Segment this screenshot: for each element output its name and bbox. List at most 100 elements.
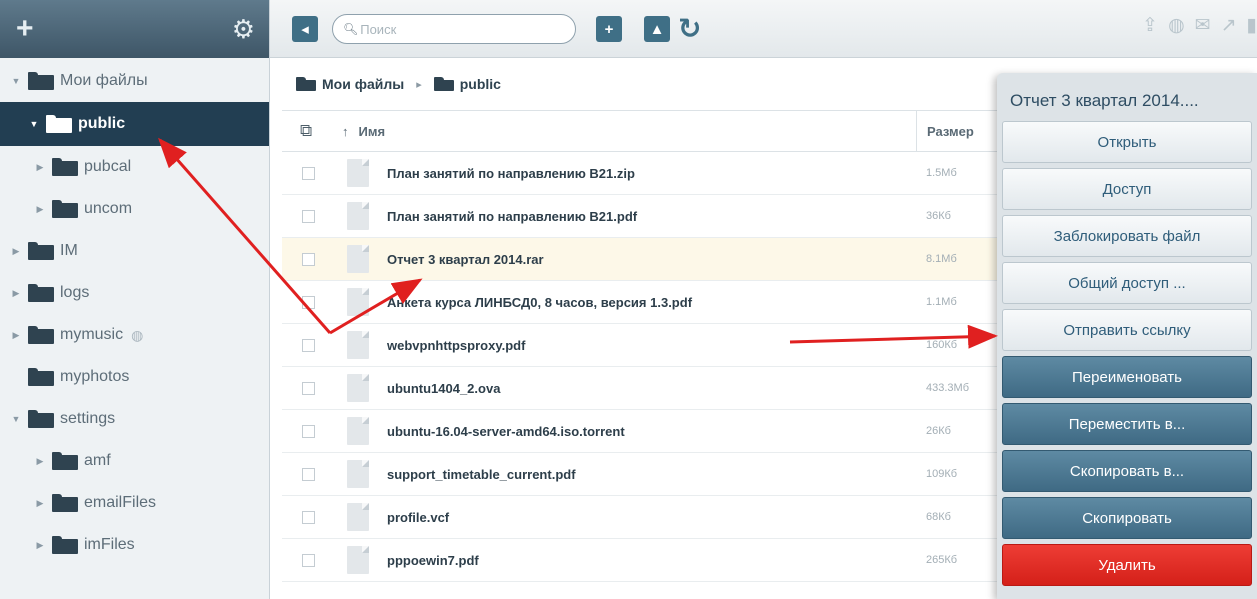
sidebar-item-settings[interactable]: ▼ settings (0, 398, 269, 440)
row-checkbox[interactable] (302, 166, 315, 180)
table-row[interactable]: webvpnhttpsproxy.pdf 160Кб (282, 324, 998, 367)
context-menu-item[interactable]: Отправить ссылку (1002, 309, 1252, 351)
context-menu-items: Открыть Доступ Заблокировать файл Общий дос… (1002, 121, 1253, 586)
context-menu-item[interactable]: Переименовать (1002, 356, 1252, 398)
file-name[interactable]: ubuntu-16.04-server-amd64.iso.torrent (387, 424, 916, 439)
file-list-area: Мои файлы ▸ public ⧉ ↑ Имя Размер План за… (282, 58, 998, 599)
column-name-label: Имя (358, 123, 386, 139)
sidebar-item-label: emailFiles (84, 494, 157, 511)
table-row[interactable]: pppoewin7.pdf 265Кб (282, 539, 998, 582)
file-size: 26Кб (926, 425, 951, 437)
context-menu-item[interactable]: Скопировать (1002, 497, 1252, 539)
collapse-sidebar-button[interactable]: ◂ (292, 16, 318, 42)
new-folder-button[interactable]: + (596, 16, 622, 42)
context-menu-item[interactable]: Общий доступ ... (1002, 262, 1252, 304)
globe-icon[interactable]: ◍ (1168, 14, 1185, 37)
collapse-arrow-icon[interactable]: ▶ (34, 498, 46, 509)
file-name[interactable]: Отчет 3 квартал 2014.rar (387, 252, 916, 267)
sidebar-item-myphotos[interactable]: myphotos (0, 356, 269, 398)
folder-tree: ▼ Мои файлы ▼ public ▶ pubcal ▶ uncom ▶ … (0, 58, 269, 566)
folder-up-icon: ▲ (649, 20, 665, 38)
context-menu-item[interactable]: Открыть (1002, 121, 1252, 163)
gear-icon[interactable]: ⚙ (232, 16, 255, 42)
column-size[interactable]: Размер (916, 111, 998, 151)
expand-arrow-icon[interactable]: ▼ (10, 414, 22, 424)
table-row[interactable]: profile.vcf 68Кб (282, 496, 998, 539)
breadcrumb-separator-icon: ▸ (416, 78, 422, 91)
collapse-arrow-icon[interactable]: ▶ (10, 246, 22, 257)
collapse-arrow-icon[interactable]: ▶ (34, 162, 46, 173)
row-checkbox[interactable] (302, 424, 315, 438)
globe-shared-icon: ◍ (131, 326, 144, 343)
sidebar-item-logs[interactable]: ▶ logs (0, 272, 269, 314)
link-off-icon[interactable]: ✉ (1195, 14, 1211, 37)
row-checkbox[interactable] (302, 553, 315, 567)
table-row[interactable]: Анкета курса ЛИНБСД0, 8 часов, версия 1.… (282, 281, 998, 324)
table-row[interactable]: План занятий по направлению B21.pdf 36Кб (282, 195, 998, 238)
sidebar-item-emailfiles[interactable]: ▶ emailFiles (0, 482, 269, 524)
file-name[interactable]: support_timetable_current.pdf (387, 467, 916, 482)
collapse-arrow-icon[interactable]: ▶ (34, 540, 46, 551)
collapse-arrow-icon[interactable]: ▶ (34, 456, 46, 467)
expand-arrow-icon[interactable]: ▼ (10, 76, 22, 86)
context-menu-item[interactable]: Доступ (1002, 168, 1252, 210)
folder-icon (52, 494, 78, 512)
sort-arrow-icon: ↑ (342, 123, 349, 139)
file-name[interactable]: profile.vcf (387, 510, 916, 525)
collapse-arrow-icon[interactable]: ▶ (34, 204, 46, 215)
plus-icon[interactable]: + (16, 14, 34, 44)
sidebar-item-mymusic[interactable]: ▶ mymusic ◍ (0, 314, 269, 356)
context-menu-item[interactable]: Удалить (1002, 544, 1252, 586)
refresh-icon[interactable]: ↻ (678, 12, 701, 45)
file-size: 160Кб (926, 339, 958, 351)
search-box[interactable]: 🔍︎ (332, 14, 576, 44)
folder-icon (52, 536, 78, 554)
context-menu-item[interactable]: Заблокировать файл (1002, 215, 1252, 257)
table-row[interactable]: support_timetable_current.pdf 109Кб (282, 453, 998, 496)
table-row[interactable]: ubuntu-16.04-server-amd64.iso.torrent 26К… (282, 410, 998, 453)
context-menu-item[interactable]: Переместить в... (1002, 403, 1252, 445)
sidebar-item-my-files[interactable]: ▼ Мои файлы (0, 60, 269, 102)
folder-icon (28, 72, 54, 90)
table-row[interactable]: ubuntu1404_2.ova 433.3Мб (282, 367, 998, 410)
folder-icon (46, 115, 72, 133)
breadcrumb-current[interactable]: public (460, 76, 501, 92)
table-row[interactable]: Отчет 3 квартал 2014.rar 8.1Мб (282, 238, 998, 281)
sidebar-item-public[interactable]: ▼ public (0, 102, 269, 146)
upload-button[interactable]: ▲ (644, 16, 670, 42)
trash-icon[interactable]: ▮ (1247, 14, 1257, 37)
row-checkbox[interactable] (302, 295, 315, 309)
collapse-arrow-icon[interactable]: ▶ (10, 288, 22, 299)
breadcrumb-root[interactable]: Мои файлы (322, 76, 404, 92)
collapse-arrow-icon[interactable]: ▶ (10, 330, 22, 341)
sidebar-item-amf[interactable]: ▶ amf (0, 440, 269, 482)
select-all-icon[interactable]: ⧉ (282, 121, 342, 141)
row-checkbox[interactable] (302, 338, 315, 352)
file-name[interactable]: Анкета курса ЛИНБСД0, 8 часов, версия 1.… (387, 295, 916, 310)
column-name[interactable]: ↑ Имя (342, 124, 916, 139)
sidebar-item-imfiles[interactable]: ▶ imFiles (0, 524, 269, 566)
folder-icon (433, 77, 454, 91)
breadcrumb: Мои файлы ▸ public (282, 58, 998, 110)
file-name[interactable]: План занятий по направлению B21.pdf (387, 209, 916, 224)
row-checkbox[interactable] (302, 467, 315, 481)
upload-icon[interactable]: ⇪ (1142, 14, 1158, 37)
file-name[interactable]: ubuntu1404_2.ova (387, 381, 916, 396)
row-checkbox[interactable] (302, 252, 315, 266)
expand-arrow-icon[interactable]: ▼ (28, 119, 40, 129)
file-name[interactable]: План занятий по направлению B21.zip (387, 166, 916, 181)
sidebar-item-pubcal[interactable]: ▶ pubcal (0, 146, 269, 188)
row-checkbox[interactable] (302, 209, 315, 223)
context-menu-item[interactable]: Скопировать в... (1002, 450, 1252, 492)
main-toolbar: ◂ 🔍︎ + ▲ ↻ ⇪ ◍ ✉ ↗ ▮ (270, 0, 1257, 58)
row-checkbox[interactable] (302, 381, 315, 395)
search-input[interactable] (360, 21, 561, 37)
share-icon[interactable]: ↗ (1221, 14, 1237, 37)
row-checkbox[interactable] (302, 510, 315, 524)
sidebar-item-uncom[interactable]: ▶ uncom (0, 188, 269, 230)
table-row[interactable]: План занятий по направлению B21.zip 1.5Мб (282, 152, 998, 195)
file-name[interactable]: pppoewin7.pdf (387, 553, 916, 568)
file-name[interactable]: webvpnhttpsproxy.pdf (387, 338, 916, 353)
sidebar-item-im[interactable]: ▶ IM (0, 230, 269, 272)
sidebar: + ⚙ ▼ Мои файлы ▼ public ▶ pubcal ▶ unco… (0, 0, 270, 599)
